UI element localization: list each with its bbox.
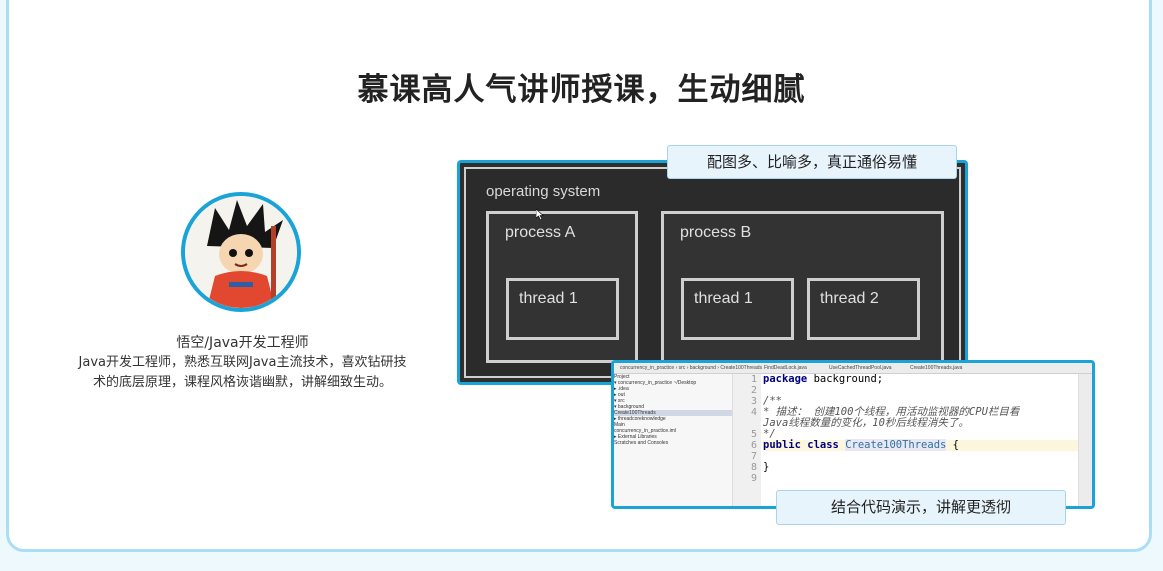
thread-b2-label: thread 2	[820, 290, 879, 307]
code-line: }	[763, 461, 770, 473]
os-box: operating system process A thread 1 proc…	[464, 167, 961, 378]
line-number	[733, 418, 757, 429]
ide-tab-active[interactable]: Create100Threads.java	[910, 365, 962, 371]
os-diagram: operating system process A thread 1 proc…	[457, 160, 968, 385]
line-number-gutter: 1 2 3 4 5 6 7 8 9	[733, 374, 761, 506]
process-a-label: process A	[505, 224, 576, 241]
ide-right-toolbar	[1078, 374, 1092, 506]
code-text: {	[946, 439, 960, 451]
line-number: 5	[750, 429, 757, 440]
line-number: 4	[750, 407, 757, 418]
code-editor[interactable]: package background; /** * 描述： 创建100个线程，用…	[763, 374, 1078, 506]
thread-b1-box: thread 1	[681, 278, 794, 340]
teacher-desc-line-2: 术的底层原理，课程风格诙谐幽默，讲解细致生动。	[92, 375, 392, 390]
tree-item[interactable]: Scratches and Consoles	[614, 440, 732, 446]
ide-screenshot: concurrency_in_practice › src › backgrou…	[611, 360, 1095, 509]
code-line-current: public class Create100Threads {	[763, 439, 1078, 451]
code-text: background;	[807, 373, 884, 385]
project-tree: Project ▾ concurrency_in_practice ~/Desk…	[614, 374, 733, 506]
line-number: 6	[750, 440, 757, 451]
code-caption-badge: 结合代码演示，讲解更透彻	[776, 490, 1066, 525]
teacher-avatar	[181, 192, 301, 312]
teacher-description: Java开发工程师，熟悉互联网Java主流技术，喜欢钻研技 术的底层原理，课程风…	[60, 353, 425, 393]
keyword: public	[763, 439, 801, 451]
teacher-name: 悟空/Java开发工程师	[176, 335, 309, 351]
process-b-label: process B	[680, 224, 752, 241]
code-line: package background;	[763, 374, 1078, 385]
thread-b2-box: thread 2	[807, 278, 920, 340]
class-name: Create100Threads	[845, 439, 947, 451]
code-line: Java线程数量的变化，10秒后线程消失了。	[763, 417, 969, 429]
ide-tab[interactable]: FindDeadLock.java	[764, 365, 807, 371]
ide-breadcrumb: concurrency_in_practice › src › backgrou…	[620, 365, 763, 371]
line-number: 1	[750, 374, 757, 385]
keyword: class	[807, 439, 839, 451]
line-number: 9	[750, 473, 757, 484]
cartoon-avatar-icon	[185, 196, 297, 308]
line-number: 3	[750, 396, 757, 407]
line-number: 2	[750, 385, 757, 396]
line-number: 8	[750, 462, 757, 473]
teacher-desc-line-1: Java开发工程师，熟悉互联网Java主流技术，喜欢钻研技	[78, 355, 407, 370]
diagram-caption-badge: 配图多、比喻多，真正通俗易懂	[667, 145, 957, 179]
line-number: 7	[750, 451, 757, 462]
page-title: 慕课高人气讲师授课，生动细腻	[357, 72, 806, 108]
mouse-cursor-icon	[536, 209, 544, 220]
process-a-box: process A thread 1	[486, 211, 638, 363]
ide-tab[interactable]: UseCachedThreadPool.java	[829, 365, 892, 371]
thread-b1-label: thread 1	[694, 290, 753, 307]
thread-a1-box: thread 1	[506, 278, 619, 340]
os-label: operating system	[486, 183, 601, 200]
process-b-box: process B thread 1 thread 2	[661, 211, 944, 363]
thread-a1-label: thread 1	[519, 290, 578, 307]
keyword: package	[763, 373, 808, 385]
